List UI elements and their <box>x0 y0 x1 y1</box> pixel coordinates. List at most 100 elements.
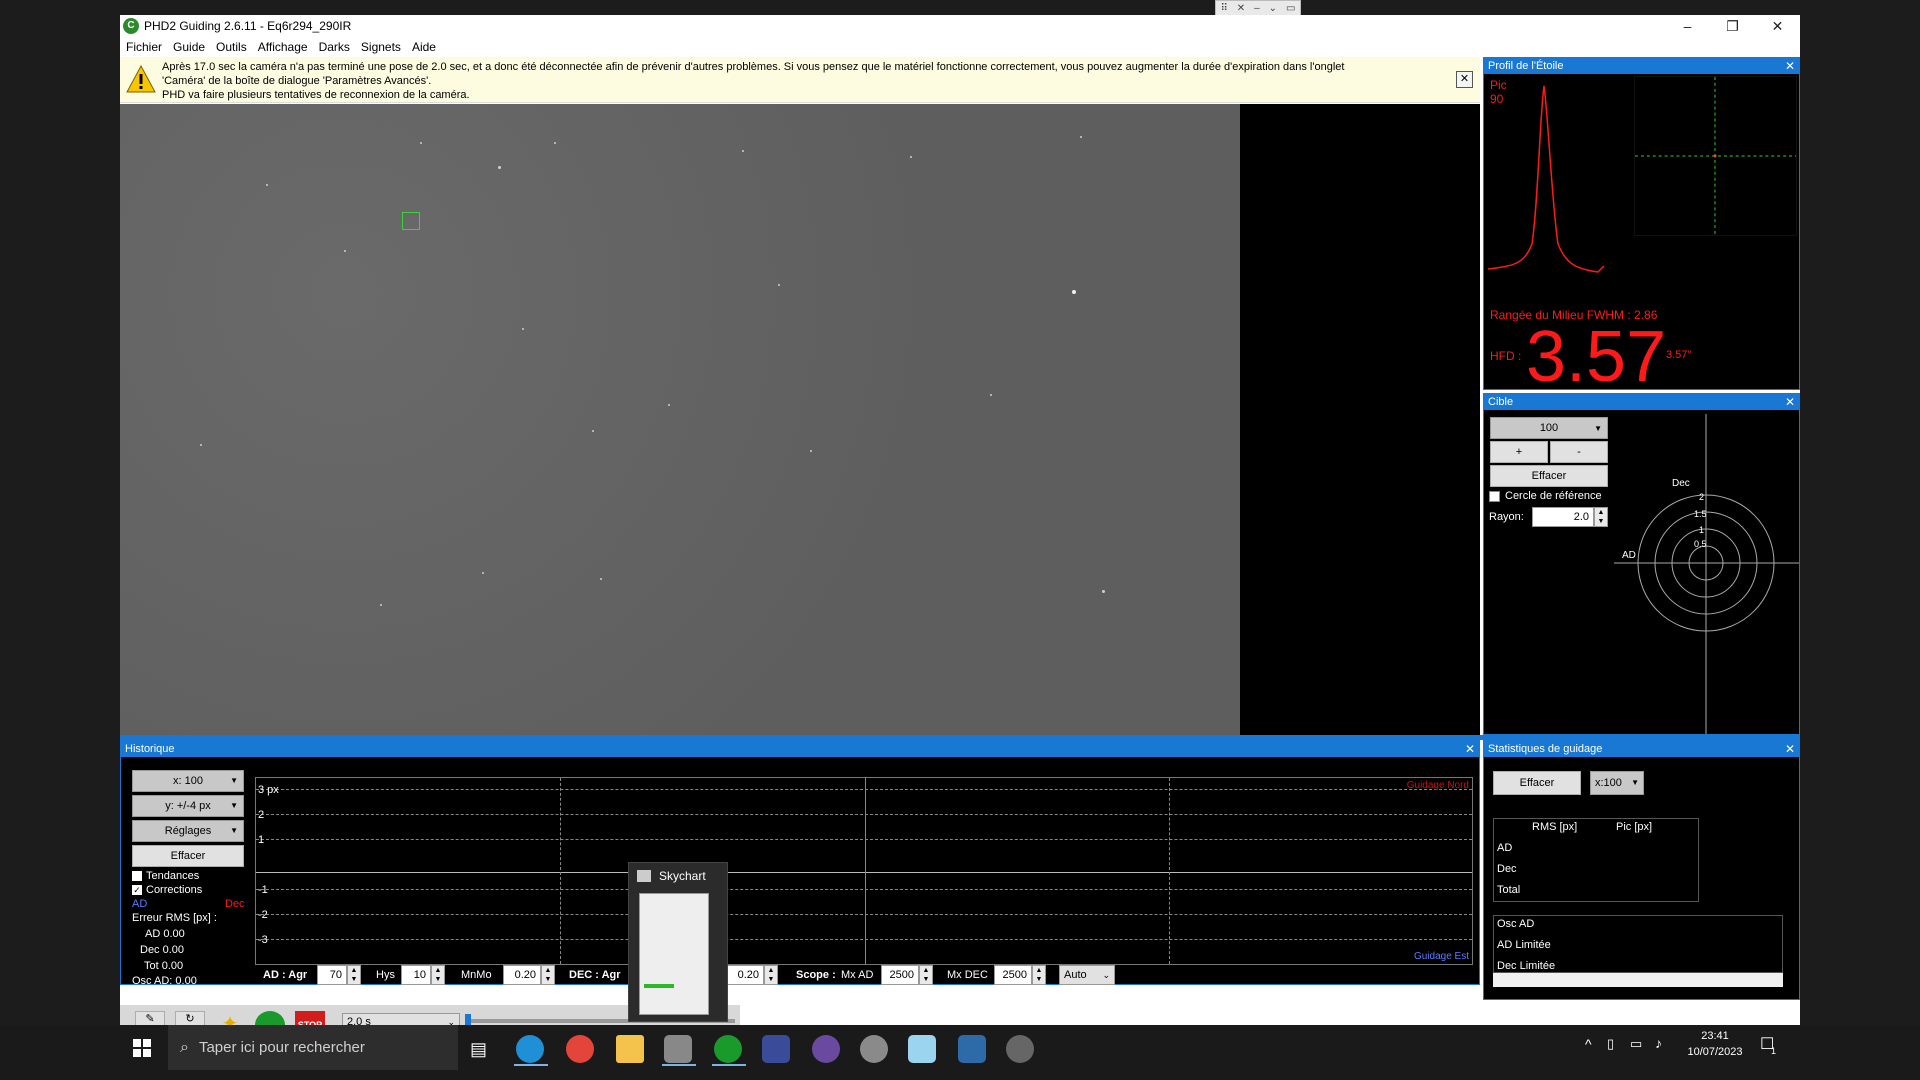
taskbar-search[interactable]: ⌕ Taper ici pour rechercher <box>168 1025 458 1070</box>
menu-aide[interactable]: Aide <box>412 40 436 54</box>
hfd-arcsec: 3.57" <box>1666 349 1692 361</box>
task-view-icon[interactable]: ▤ <box>470 1039 487 1060</box>
ad-aggressiveness-spinner[interactable]: ▲ ▼ <box>347 965 361 985</box>
hysteresis-input[interactable] <box>401 965 431 985</box>
rms-ad: AD 0.00 <box>145 928 185 940</box>
skychart-preview-header: Skychart <box>637 869 706 883</box>
app-taskbar-icon[interactable] <box>908 1035 936 1063</box>
camera-frame[interactable] <box>120 104 1240 735</box>
menu-darks[interactable]: Darks <box>319 40 350 54</box>
chevron-down-icon[interactable]: ⌄ <box>1269 3 1277 14</box>
history-graph[interactable]: 3 px 2 1 -1 -2 -3 Guidage Nord Guidage E… <box>255 777 1473 965</box>
file-explorer-icon[interactable] <box>616 1035 644 1063</box>
corrections-option[interactable]: ✓ Corrections <box>132 884 202 896</box>
guide-star-box[interactable] <box>402 212 420 230</box>
menu-guide[interactable]: Guide <box>173 40 205 54</box>
ad-min-move-spinner[interactable]: ▲ ▼ <box>541 965 555 985</box>
corrections-checkbox[interactable]: ✓ <box>132 885 142 895</box>
history-panel: Historique ✕ x: 100 ▼ y: +/-4 px ▼ Réglages… <box>120 740 1480 987</box>
hysteresis-spinner[interactable]: ▲ ▼ <box>431 965 445 985</box>
app-taskbar-icon[interactable] <box>1006 1035 1034 1063</box>
dec-min-move-input[interactable] <box>726 965 764 985</box>
stats-scale-dropdown[interactable]: x:100 ▼ <box>1590 771 1644 795</box>
ad-aggressiveness-input[interactable] <box>317 965 347 985</box>
row-ad: AD <box>1497 842 1513 854</box>
radius-input[interactable] <box>1532 507 1594 527</box>
row-osc-ad: Osc AD <box>1497 918 1535 930</box>
cible-clear-button[interactable]: Effacer <box>1490 465 1608 487</box>
menu-affichage[interactable]: Affichage <box>258 40 308 54</box>
max-dec-spinner[interactable]: ▲ ▼ <box>1032 965 1046 985</box>
close-icon[interactable]: ✕ <box>1785 58 1795 74</box>
radius-spinner[interactable]: ▲ ▼ <box>1594 507 1608 527</box>
phd2-taskbar-icon[interactable] <box>714 1035 742 1063</box>
stats-list[interactable]: Osc AD AD Limitée Dec Limitée <box>1493 915 1783 973</box>
history-clear-button[interactable]: Effacer <box>132 845 244 867</box>
guide-stats-panel: Statistiques de guidage ✕ Effacer x:100 ▼ … <box>1483 740 1800 1000</box>
trends-option[interactable]: Tendances <box>132 870 199 882</box>
chevron-down-icon: ▼ <box>230 826 238 835</box>
x-scale-value: x: 100 <box>173 775 203 787</box>
camera-view[interactable] <box>120 104 1480 735</box>
menu-signets[interactable]: Signets <box>361 40 401 54</box>
close-icon[interactable]: ✕ <box>1785 394 1795 410</box>
active-app-indicator <box>712 1064 746 1066</box>
stats-scrollbar[interactable] <box>1493 973 1783 987</box>
taskbar-clock[interactable]: 23:41 10/07/2023 <box>1680 1028 1750 1060</box>
menu-outils[interactable]: Outils <box>216 40 247 54</box>
window-title: PHD2 Guiding 2.6.11 - Eq6r294_290IR <box>144 19 352 33</box>
stats-clear-button[interactable]: Effacer <box>1493 771 1581 795</box>
history-settings[interactable]: Réglages ▼ <box>132 820 244 842</box>
restore-button[interactable]: ❐ <box>1710 15 1755 37</box>
col-pic: Pic [px] <box>1616 821 1653 833</box>
screen-top-bar <box>0 0 1920 15</box>
app-taskbar-icon[interactable] <box>860 1035 888 1063</box>
phd2-window: C PHD2 Guiding 2.6.11 - Eq6r294_290IR – … <box>120 15 1800 1040</box>
remote-desktop-bar[interactable]: ⠿ ✕ – ⌄ ▭ <box>1215 0 1301 16</box>
screens-icon[interactable]: ▭ <box>1286 3 1295 14</box>
menu-fichier[interactable]: Fichier <box>126 40 162 54</box>
max-ad-spinner[interactable]: ▲ ▼ <box>919 965 933 985</box>
close-icon[interactable]: ✕ <box>1465 741 1475 757</box>
minimize-icon[interactable]: – <box>1254 3 1260 14</box>
app-taskbar-icon[interactable] <box>812 1035 840 1063</box>
reference-circle-option[interactable]: Cercle de référence <box>1489 490 1602 502</box>
info-close-button[interactable]: ✕ <box>1456 71 1473 88</box>
app-taskbar-icon[interactable] <box>762 1035 790 1063</box>
trends-checkbox[interactable] <box>132 871 142 881</box>
tray-device-icon[interactable]: ▯ <box>1607 1036 1614 1052</box>
minimize-button[interactable]: – <box>1665 15 1710 37</box>
edge-icon[interactable] <box>516 1035 544 1063</box>
close-icon[interactable]: ✕ <box>1785 741 1795 757</box>
zoom-in-button[interactable]: + <box>1490 441 1548 463</box>
app-taskbar-icon[interactable] <box>958 1035 986 1063</box>
ring-label: 2 <box>1699 492 1705 502</box>
cible-zoom-dropdown[interactable]: 100 ▼ <box>1490 417 1608 439</box>
volume-icon[interactable]: ♪ <box>1655 1035 1662 1051</box>
dec-guide-mode-select[interactable]: Auto ⌄ <box>1059 965 1115 985</box>
history-y-scale[interactable]: y: +/-4 px ▼ <box>132 795 244 817</box>
zoom-out-button[interactable]: - <box>1550 441 1608 463</box>
chevron-down-icon: ▼ <box>230 776 238 785</box>
skychart-preview[interactable]: Skychart <box>628 862 728 1022</box>
dec-min-move-spinner[interactable]: ▲ ▼ <box>764 965 778 985</box>
close-button[interactable]: ✕ <box>1755 15 1800 37</box>
y-tick-label: 3 px <box>258 784 279 796</box>
row-dec-limited: Dec Limitée <box>1497 960 1556 972</box>
max-ad-input[interactable] <box>881 965 919 985</box>
windows-start-icon[interactable] <box>132 1038 152 1058</box>
skychart-taskbar-icon[interactable] <box>664 1035 692 1063</box>
max-dec-input[interactable] <box>994 965 1032 985</box>
cible-zoom-value: 100 <box>1539 422 1559 434</box>
row-ad-limited: AD Limitée <box>1497 939 1551 951</box>
close-icon[interactable]: ✕ <box>1237 3 1245 14</box>
pin-icon[interactable]: ⠿ <box>1220 3 1227 14</box>
reference-circle-checkbox[interactable] <box>1489 490 1500 502</box>
history-x-scale[interactable]: x: 100 ▼ <box>132 770 244 792</box>
history-title: Historique <box>125 743 175 755</box>
network-icon[interactable]: ▭ <box>1630 1036 1642 1052</box>
col-rms: RMS [px] <box>1532 821 1578 833</box>
tray-chevron-up-icon[interactable]: ^ <box>1585 1036 1592 1052</box>
chrome-icon[interactable] <box>566 1035 594 1063</box>
ad-min-move-input[interactable] <box>503 965 541 985</box>
